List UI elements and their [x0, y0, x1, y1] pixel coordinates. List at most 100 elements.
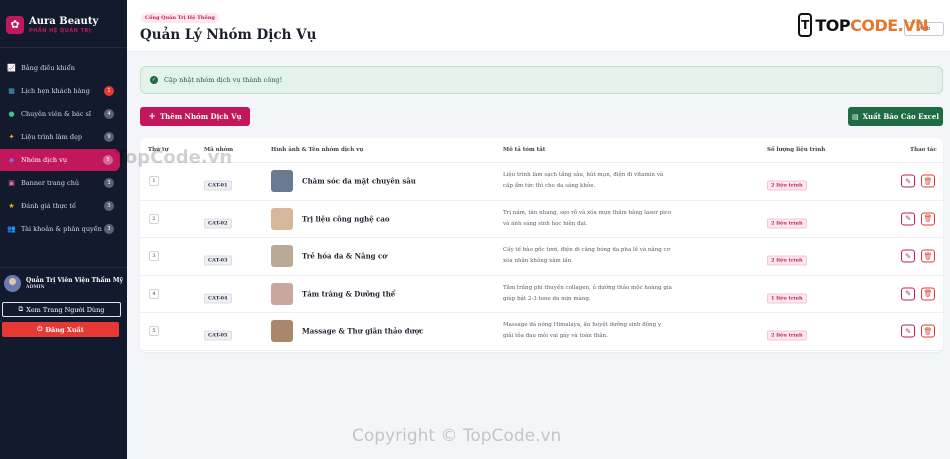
file-excel-icon: ▤ — [851, 112, 859, 121]
group-code: CAT-03 — [204, 247, 232, 266]
group-code: CAT-01 — [204, 172, 232, 191]
service-groups-count-badge: 5 — [103, 155, 113, 165]
order-value: 5 — [149, 326, 159, 337]
sidebar-item-reviews[interactable]: ★ Đánh giá thực tế 3 — [0, 195, 121, 217]
external-link-icon: ⧉ — [18, 305, 24, 313]
order-value: 1 — [149, 176, 159, 187]
treatments-count-badge: 9 — [104, 132, 114, 142]
group-description: Trị nám, tàn nhang, sẹo rỗ và xóa mụn th… — [503, 209, 672, 227]
edit-icon[interactable]: ✎ — [901, 287, 915, 301]
sidebar-item-specialists[interactable]: ● Chuyên viên & bác sĩ 4 — [0, 103, 121, 125]
user-profile: Quản Trị Viên Viện Thẩm Mỹ ADMIN — [0, 272, 127, 294]
reviews-count-badge: 3 — [104, 201, 114, 211]
treatment-count-badge: 2 liệu trình — [767, 209, 807, 229]
sidebar: ✿ Aura Beauty PHẦN HỆ QUẢN TRỊ 📈 Bảng đi… — [0, 0, 127, 459]
sidebar-item-label: Liệu trình làm đẹp — [21, 133, 83, 141]
users-icon: 👥 — [7, 225, 16, 233]
chart-icon: 📈 — [7, 64, 16, 72]
edit-icon[interactable]: ✎ — [901, 174, 915, 188]
appointments-count-badge: 1 — [104, 86, 114, 96]
power-icon: ⏻ — [37, 325, 43, 333]
star-icon: ★ — [8, 202, 15, 210]
trash-icon[interactable]: 🗑 — [921, 249, 935, 263]
topcode-logo-text: TOPCODE.VN — [815, 15, 928, 35]
lotus-icon: ✿ — [6, 15, 24, 34]
trash-icon[interactable]: 🗑 — [921, 174, 935, 188]
group-thumbnail — [271, 170, 293, 193]
sidebar-item-accounts[interactable]: 👥 Tài khoản & phân quyền 3 — [0, 218, 121, 240]
avatar — [4, 274, 21, 292]
group-name: Trị liệu công nghệ cao — [302, 214, 390, 224]
table-row: 2 CAT-02 Trị liệu công nghệ cao Trị nám, tà… — [140, 201, 943, 238]
service-group-table: Thứ tự Mã nhóm Hình ảnh & Tên nhóm dịch … — [140, 138, 943, 352]
sidebar-item-label: Đánh giá thực tế — [21, 202, 77, 210]
edit-icon[interactable]: ✎ — [901, 212, 915, 226]
group-thumbnail — [271, 207, 293, 230]
sidebar-item-label: Lịch hẹn khách hàng — [21, 87, 90, 95]
group-description: Tắm trắng phi thuyền collagen, ủ dưỡng t… — [503, 284, 672, 302]
group-name: Chăm sóc da mặt chuyên sâu — [302, 176, 416, 186]
table-row: 4 CAT-04 Tắm trắng & Dưỡng thể Tắm trắng ph… — [140, 276, 943, 313]
sidebar-item-appointments[interactable]: ▦ Lịch hẹn khách hàng 1 — [0, 80, 121, 102]
doctor-icon: ● — [8, 110, 15, 118]
treatment-count-badge: 2 liệu trình — [767, 247, 807, 266]
trash-icon[interactable]: 🗑 — [921, 324, 935, 338]
treatment-count-badge: 2 liệu trình — [767, 172, 807, 191]
col-actions: Thao tác — [910, 147, 937, 153]
plus-icon: + — [148, 111, 156, 122]
brand[interactable]: ✿ Aura Beauty PHẦN HỆ QUẢN TRỊ — [0, 0, 127, 48]
group-name: Massage & Thư giãn thảo dược — [302, 326, 424, 336]
group-code: CAT-04 — [204, 284, 232, 304]
group-thumbnail — [271, 282, 293, 305]
user-panel: Quản Trị Viên Viện Thẩm Mỹ ADMIN ⧉ Xem T… — [0, 267, 127, 337]
group-thumbnail — [271, 320, 293, 343]
group-description: Cấy tế bào gốc tươi, điện di căng bóng d… — [503, 247, 670, 265]
table-header: Thứ tự Mã nhóm Hình ảnh & Tên nhóm dịch … — [140, 138, 943, 163]
brand-title: Aura Beauty — [29, 15, 99, 27]
image-icon: ▣ — [8, 179, 15, 187]
edit-icon[interactable]: ✎ — [901, 249, 915, 263]
brand-subtitle: PHẦN HỆ QUẢN TRỊ — [29, 27, 92, 34]
treatment-count-badge: 2 liệu trình — [767, 322, 807, 341]
sidebar-item-treatments[interactable]: ✦ Liệu trình làm đẹp 9 — [0, 126, 121, 148]
view-site-button[interactable]: ⧉ Xem Trang Người Dùng — [2, 302, 121, 317]
export-excel-button[interactable]: ▤ Xuất Báo Cáo Excel — [848, 107, 943, 126]
add-service-group-button[interactable]: + Thêm Nhóm Dịch Vụ — [140, 107, 250, 126]
table-row: 1 CAT-01 Chăm sóc da mặt chuyên sâu Liệu tr… — [140, 163, 943, 201]
user-role: ADMIN — [26, 285, 45, 290]
group-description: Massage đá nóng Himalaya, ấn huyệt dưỡng… — [503, 322, 661, 340]
topcode-logo: T TOPCODE.VN — [798, 11, 928, 39]
accounts-count-badge: 3 — [104, 224, 114, 234]
specialists-count-badge: 4 — [104, 109, 114, 119]
success-alert: ✓ Cập nhật nhóm dịch vụ thành công! — [140, 66, 943, 94]
group-name: Trẻ hóa da & Nâng cơ — [302, 251, 387, 261]
alert-text: Cập nhật nhóm dịch vụ thành công! — [164, 76, 283, 84]
edit-icon[interactable]: ✎ — [901, 324, 915, 338]
logout-button[interactable]: ⏻ Đăng Xuất — [2, 322, 119, 337]
order-value: 4 — [149, 288, 159, 299]
sidebar-item-label: Bảng điều khiển — [21, 64, 75, 72]
table-row: 3 CAT-03 Trẻ hóa da & Nâng cơ Cấy tế bào gố… — [140, 238, 943, 276]
user-name: Quản Trị Viên Viện Thẩm Mỹ — [26, 277, 123, 284]
sidebar-item-banners[interactable]: ▣ Banner trang chủ 3 — [0, 172, 121, 194]
calendar-icon: ▦ — [8, 87, 15, 95]
sidebar-item-dashboard[interactable]: 📈 Bảng điều khiển — [0, 57, 121, 79]
treatment-count-badge: 1 liệu trình — [767, 284, 807, 304]
sidebar-item-label: Chuyên viên & bác sĩ — [21, 110, 91, 118]
order-value: 3 — [149, 251, 159, 262]
group-name: Tắm trắng & Dưỡng thể — [302, 289, 396, 299]
group-code: CAT-02 — [204, 209, 232, 229]
sidebar-nav: 📈 Bảng điều khiển ▦ Lịch hẹn khách hàng … — [0, 57, 127, 240]
sidebar-item-label: Nhóm dịch vụ — [21, 156, 68, 164]
check-circle-icon: ✓ — [150, 76, 158, 84]
sidebar-item-service-groups[interactable]: ◆ Nhóm dịch vụ 5 — [0, 149, 120, 171]
layers-icon: ◆ — [8, 156, 15, 164]
trash-icon[interactable]: 🗑 — [921, 287, 935, 301]
table-row: 5 CAT-05 Massage & Thư giãn thảo dược Massa… — [140, 313, 943, 351]
watermark-small: TopCode.vn — [115, 147, 233, 168]
col-name: Hình ảnh & Tên nhóm dịch vụ — [271, 147, 364, 153]
page-title: Quản Lý Nhóm Dịch Vụ — [140, 27, 317, 43]
col-qty: Số lượng liệu trình — [767, 147, 826, 153]
topcode-mark-icon: T — [798, 13, 813, 37]
trash-icon[interactable]: 🗑 — [921, 212, 935, 226]
